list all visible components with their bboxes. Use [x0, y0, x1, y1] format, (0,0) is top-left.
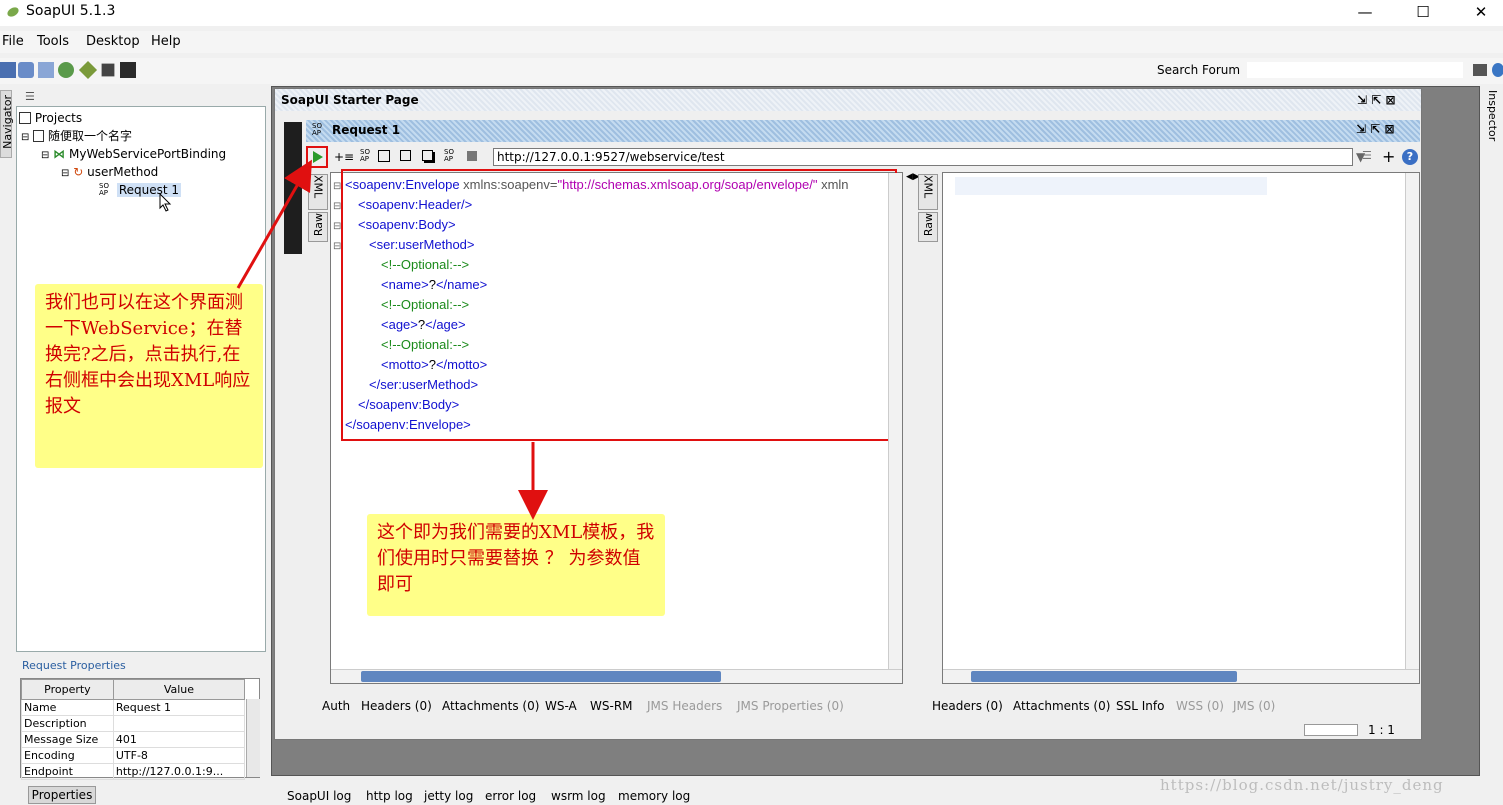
watermark: https://blog.csdn.net/justry_deng	[1160, 776, 1444, 794]
arrow-to-submit-button	[236, 159, 312, 289]
annotation-arrows	[236, 159, 548, 520]
